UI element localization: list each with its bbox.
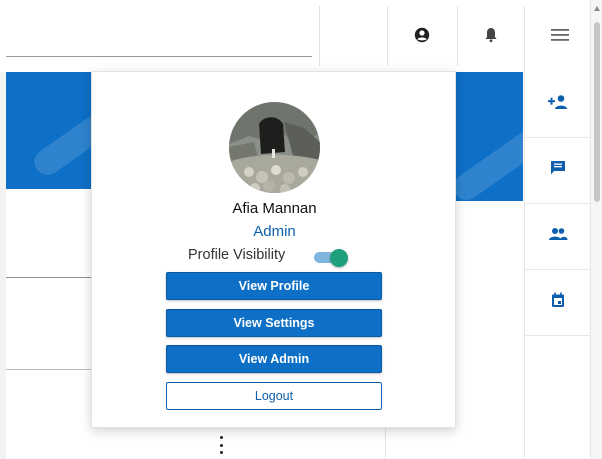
bell-icon[interactable]	[476, 20, 506, 50]
view-profile-button[interactable]: View Profile	[166, 272, 382, 300]
view-admin-button[interactable]: View Admin	[166, 345, 382, 373]
rail-add-person[interactable]	[525, 72, 591, 138]
right-rail	[524, 72, 591, 459]
divider	[6, 369, 92, 370]
divider	[385, 428, 386, 459]
user-name: Afia Mannan	[232, 200, 317, 217]
search-field-underline[interactable]	[6, 56, 312, 57]
more-options-icon[interactable]	[218, 436, 224, 454]
chat-icon	[550, 160, 566, 181]
divider	[6, 277, 92, 278]
divider	[319, 6, 320, 66]
avatar	[229, 102, 320, 193]
profile-visibility-toggle[interactable]	[314, 249, 348, 267]
logout-button[interactable]: Logout	[166, 382, 382, 410]
view-settings-button[interactable]: View Settings	[166, 309, 382, 337]
profile-menu: Afia Mannan Admin Profile Visibility Vie…	[91, 71, 456, 428]
scroll-up-arrow-icon[interactable]	[594, 6, 600, 11]
rail-calendar[interactable]	[525, 270, 591, 336]
divider	[524, 6, 525, 72]
profile-visibility-label: Profile Visibility	[188, 247, 286, 263]
rail-group[interactable]	[525, 204, 591, 270]
add-person-icon	[547, 94, 569, 115]
user-circle-icon[interactable]	[407, 20, 437, 50]
divider	[387, 6, 388, 66]
top-bar	[0, 0, 602, 72]
scrollbar[interactable]	[590, 0, 602, 459]
rail-chat[interactable]	[525, 138, 591, 204]
divider	[457, 6, 458, 66]
scrollbar-thumb[interactable]	[594, 22, 600, 202]
banner-right	[448, 72, 562, 206]
user-role: Admin	[253, 223, 296, 240]
toggle-knob	[330, 249, 348, 267]
group-icon	[548, 227, 568, 246]
hamburger-menu-icon[interactable]	[545, 20, 575, 50]
banner-left	[6, 72, 143, 189]
calendar-icon	[551, 292, 565, 313]
